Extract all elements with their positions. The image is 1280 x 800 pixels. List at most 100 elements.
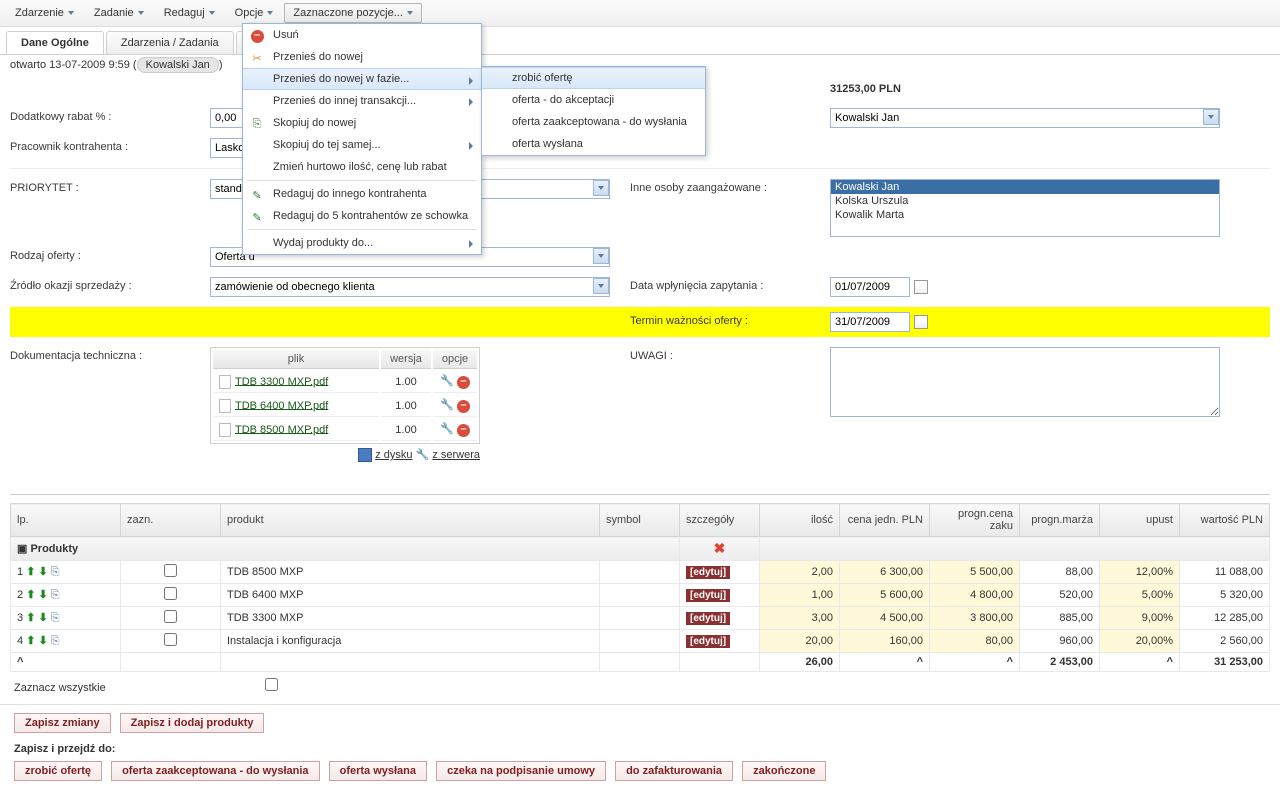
arrow-right-icon [469, 240, 473, 248]
table-row: 4 ⬆ ⬇ ⎘ Instalacja i konfiguracja [edytu… [11, 630, 1270, 653]
move-down-icon[interactable]: ⬇ [38, 612, 47, 624]
phase-button[interactable]: oferta wysłana [329, 761, 427, 781]
col-marza: progn.marża [1020, 504, 1100, 537]
col-produkt: produkt [221, 504, 600, 537]
col-upust: upust [1100, 504, 1180, 537]
delete-group-icon[interactable]: ✖ [714, 540, 726, 556]
copy-icon[interactable]: ⎘ [51, 566, 60, 578]
move-up-icon[interactable]: ⬆ [26, 612, 35, 624]
form-area: –Usuń ✂Przenieś do nowej Przenieś do now… [0, 75, 1280, 484]
phase-button[interactable]: do zafakturowania [615, 761, 733, 781]
toolbar-zaznaczone[interactable]: Zaznaczone pozycje... [284, 3, 421, 23]
cell-upust: 5,00% [1100, 584, 1180, 607]
disk-icon[interactable] [358, 448, 372, 462]
toolbar-redaguj[interactable]: Redaguj [155, 3, 224, 23]
list-item[interactable]: Kolska Urszula [831, 194, 1219, 208]
cell-progn: 3 800,00 [930, 607, 1020, 630]
tab-zdarzenia[interactable]: Zdarzenia / Zadania [106, 31, 234, 54]
wrench-icon[interactable]: 🔧 [416, 449, 430, 461]
edit-icon[interactable]: 🔧 [440, 399, 454, 411]
zapisz-dodaj-button[interactable]: Zapisz i dodaj produkty [120, 713, 265, 733]
label-termin: Termin ważności oferty : [630, 312, 830, 332]
edit-icon[interactable]: 🔧 [440, 423, 454, 435]
cell-progn: 4 800,00 [930, 584, 1020, 607]
edit-button[interactable]: [edytuj] [686, 612, 730, 625]
calendar-icon[interactable] [914, 315, 928, 329]
data-zapytania-input[interactable] [830, 277, 910, 297]
phase-button[interactable]: zakończone [742, 761, 826, 781]
dropdown-icon[interactable] [593, 248, 609, 264]
menu-skopiuj-nowa[interactable]: ⎘Skopiuj do nowej [243, 112, 481, 134]
edit-button[interactable]: [edytuj] [686, 635, 730, 648]
doc-link[interactable]: TDB 8500 MXP.pdf [235, 423, 328, 435]
doc-link[interactable]: TDB 6400 MXP.pdf [235, 399, 328, 411]
menu-wydaj[interactable]: Wydaj produkty do... [243, 232, 481, 254]
delete-icon[interactable]: – [457, 424, 470, 437]
doc-row: TDB 3300 MXP.pdf1.00🔧 – [213, 371, 477, 393]
dropdown-icon[interactable] [593, 278, 609, 294]
phase-button[interactable]: zrobić ofertę [14, 761, 102, 781]
arrow-right-icon [469, 98, 473, 106]
col-ilosc: ilość [760, 504, 840, 537]
zrodlo-select[interactable] [210, 277, 610, 297]
zapisz-button[interactable]: Zapisz zmiany [14, 713, 111, 733]
menu-zmien-hurtowo[interactable]: Zmień hurtowo ilość, cenę lub rabat [243, 156, 481, 178]
edit-icon[interactable]: 🔧 [440, 375, 454, 387]
osoba-odp-select[interactable] [830, 108, 1220, 128]
menu-przenies-faza[interactable]: Przenieś do nowej w fazie... zrobić ofer… [243, 68, 481, 90]
row-checkbox[interactable] [164, 633, 177, 646]
osoby-listbox[interactable]: Kowalski Jan Kolska Urszula Kowalik Mart… [830, 179, 1220, 237]
upload-serwer[interactable]: z serwera [432, 449, 480, 461]
phase-button[interactable]: czeka na podpisanie umowy [436, 761, 606, 781]
menu-usun[interactable]: –Usuń [243, 24, 481, 46]
delete-icon[interactable]: – [457, 400, 470, 413]
copy-icon[interactable]: ⎘ [51, 612, 60, 624]
tab-dane-ogolne[interactable]: Dane Ogólne [6, 31, 104, 54]
total-ilosc: 26,00 [760, 653, 840, 672]
menu-redaguj-innego[interactable]: ✎Redaguj do innego kontrahenta [243, 183, 481, 205]
move-down-icon[interactable]: ⬇ [38, 566, 47, 578]
dropdown-icon[interactable] [593, 180, 609, 196]
products-grid: lp. zazn. produkt symbol szczegóły ilość… [10, 503, 1270, 672]
dropdown-icon[interactable] [1203, 109, 1219, 125]
phase-button[interactable]: oferta zaakceptowana - do wysłania [111, 761, 319, 781]
move-up-icon[interactable]: ⬆ [26, 589, 35, 601]
edit-icon: ✎ [249, 209, 265, 225]
label-pracownik: Pracownik kontrahenta : [10, 138, 210, 158]
submenu-oferta-zaakcept[interactable]: oferta zaakceptowana - do wysłania [482, 111, 705, 133]
wrench-icon: ✂ [249, 50, 265, 66]
toolbar-zadanie[interactable]: Zadanie [85, 3, 153, 23]
move-down-icon[interactable]: ⬇ [38, 635, 47, 647]
menu-skopiuj-tej[interactable]: Skopiuj do tej samej... [243, 134, 481, 156]
delete-icon[interactable]: – [457, 376, 470, 389]
move-down-icon[interactable]: ⬇ [38, 589, 47, 601]
menu-przenies-nowa[interactable]: ✂Przenieś do nowej [243, 46, 481, 68]
cell-cena: 5 600,00 [840, 584, 930, 607]
select-all-checkbox[interactable] [265, 678, 278, 691]
calendar-icon[interactable] [914, 280, 928, 294]
menu-redaguj-5[interactable]: ✎Redaguj do 5 kontrahentów ze schowka [243, 205, 481, 227]
move-up-icon[interactable]: ⬆ [26, 566, 35, 578]
submenu-zrobic-oferte[interactable]: zrobić ofertę [482, 67, 705, 89]
row-checkbox[interactable] [164, 587, 177, 600]
doc-link[interactable]: TDB 3300 MXP.pdf [235, 375, 328, 387]
menu-przenies-trans[interactable]: Przenieś do innej transakcji... [243, 90, 481, 112]
list-item[interactable]: Kowalik Marta [831, 208, 1219, 222]
edit-button[interactable]: [edytuj] [686, 566, 730, 579]
toolbar-opcje[interactable]: Opcje [226, 3, 283, 23]
cell-cena: 160,00 [840, 630, 930, 653]
collapse-icon[interactable]: ▣ [17, 543, 27, 555]
upload-dysk[interactable]: z dysku [375, 449, 412, 461]
copy-icon[interactable]: ⎘ [51, 589, 60, 601]
move-up-icon[interactable]: ⬆ [26, 635, 35, 647]
toolbar-zdarzenie[interactable]: Zdarzenie [6, 3, 83, 23]
copy-icon[interactable]: ⎘ [51, 635, 60, 647]
list-item[interactable]: Kowalski Jan [831, 180, 1219, 194]
row-checkbox[interactable] [164, 610, 177, 623]
submenu-oferta-wyslana[interactable]: oferta wysłana [482, 133, 705, 155]
uwagi-textarea[interactable] [830, 347, 1220, 417]
submenu-oferta-akcept[interactable]: oferta - do akceptacji [482, 89, 705, 111]
termin-input[interactable] [830, 312, 910, 332]
row-checkbox[interactable] [164, 564, 177, 577]
edit-button[interactable]: [edytuj] [686, 589, 730, 602]
